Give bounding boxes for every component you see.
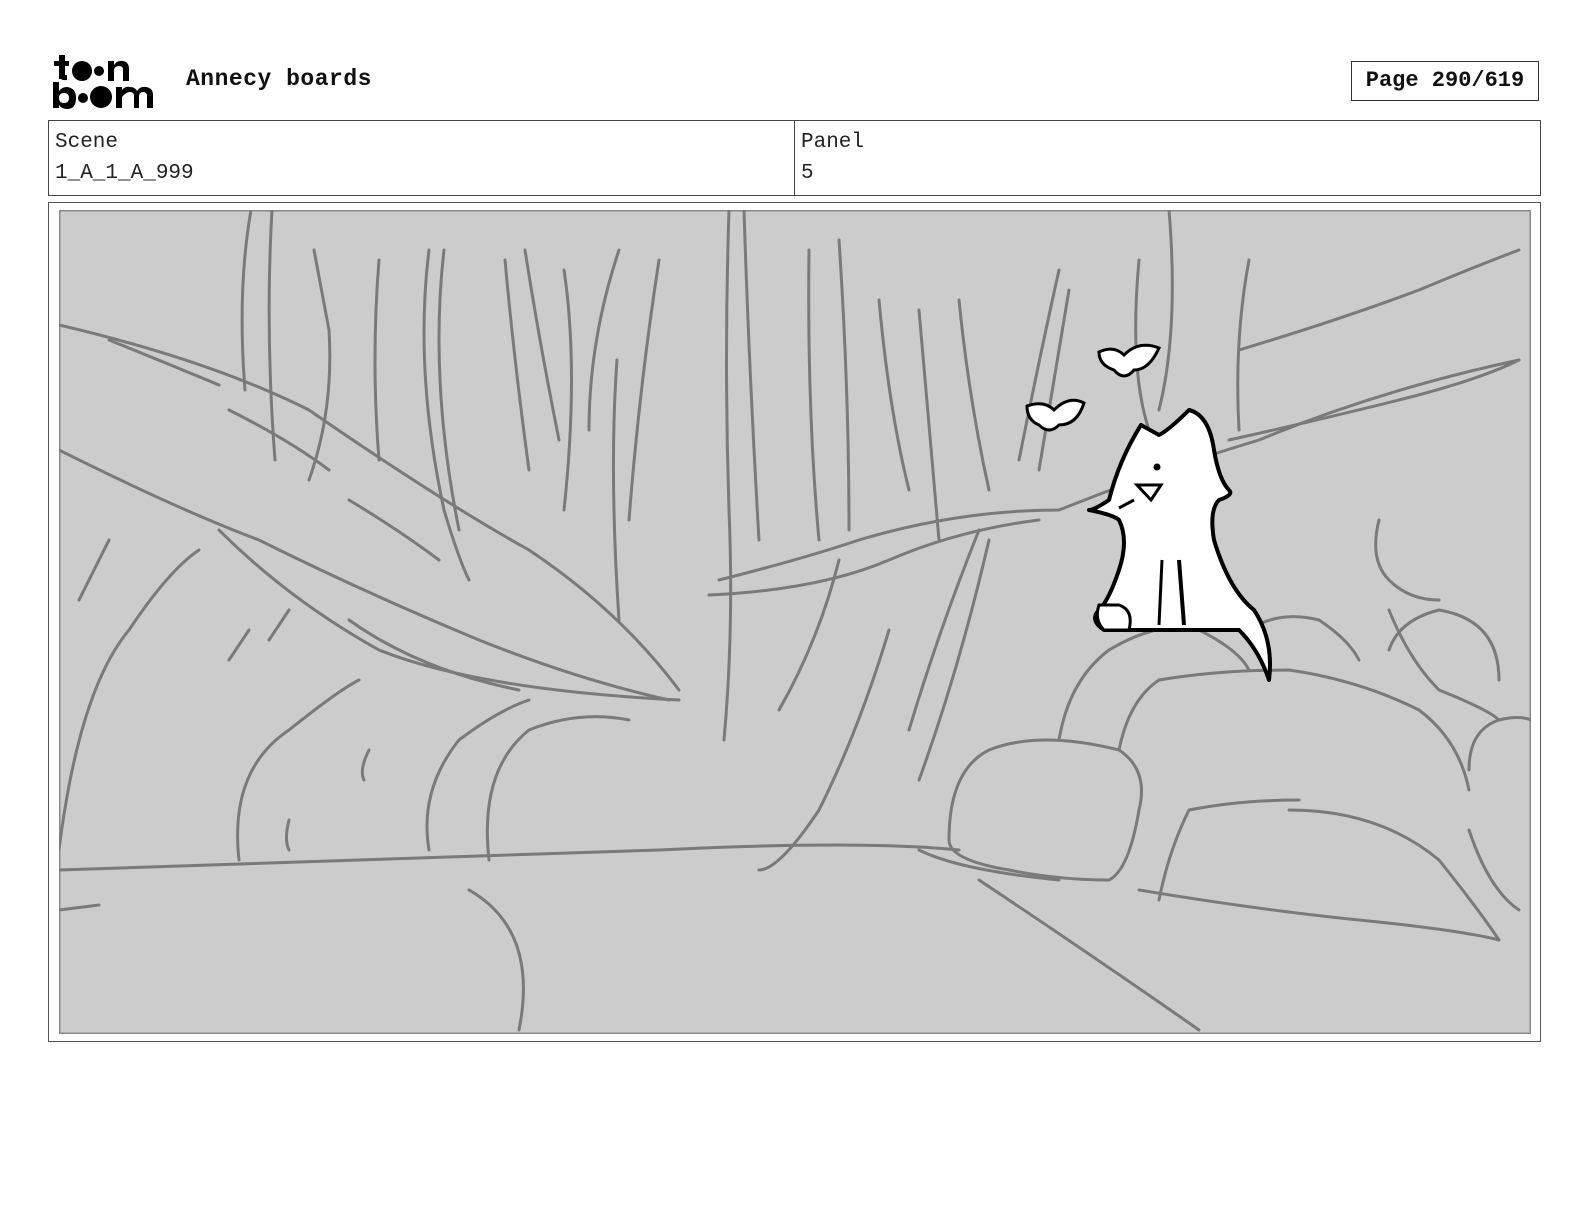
storyboard-sketch-image [59, 210, 1531, 1034]
toon-boom-logo [50, 50, 166, 112]
panel-label: Panel [801, 131, 865, 154]
page-indicator: Page 290/619 [1351, 61, 1539, 101]
panel-value: 5 [801, 162, 814, 185]
scene-cell: Scene 1_A_1_A_999 [49, 121, 794, 195]
toon-boom-logo-icon [53, 55, 153, 109]
scene-label: Scene [55, 131, 119, 154]
panel-cell: Panel 5 [794, 121, 1540, 195]
storyboard-panel-frame [48, 202, 1541, 1042]
scene-value: 1_A_1_A_999 [55, 162, 194, 185]
document-title: Annecy boards [186, 66, 372, 92]
scene-panel-info-table: Scene 1_A_1_A_999 Panel 5 [48, 120, 1541, 196]
